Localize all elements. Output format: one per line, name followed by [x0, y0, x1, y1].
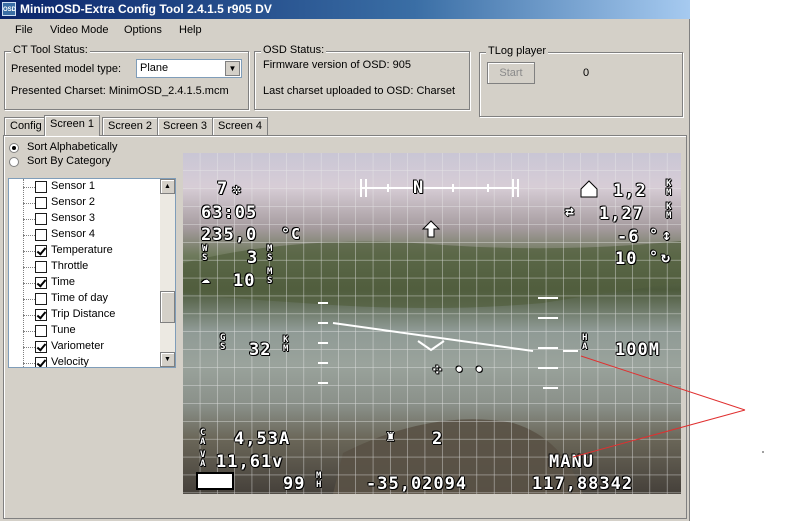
tab-screen-1[interactable]: Screen 1 — [44, 115, 101, 136]
annotation-overlay — [572, 355, 764, 458]
